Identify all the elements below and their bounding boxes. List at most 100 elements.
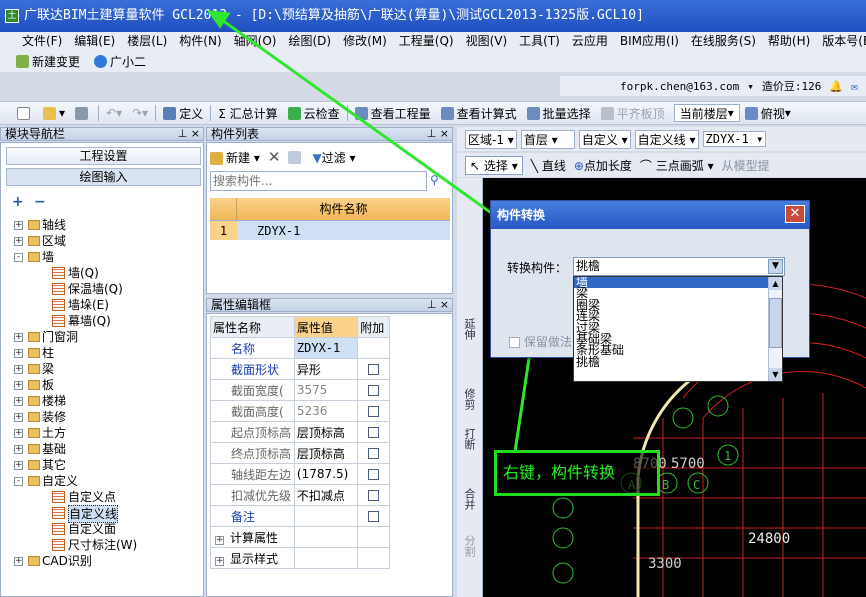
property-value[interactable]: (1787.5) [293, 463, 359, 485]
menu-item[interactable]: 文件(F) [16, 32, 68, 50]
menu-item[interactable]: 在线服务(S) [685, 32, 762, 50]
arc-button[interactable]: ⌒ 三点画弧 ▾ [640, 157, 714, 174]
tree-item[interactable]: + 装修 [12, 409, 200, 425]
chevron-down-icon[interactable]: ▼ [768, 259, 783, 274]
property-row[interactable]: 名称 ZDYX-1 [210, 337, 390, 359]
property-row[interactable]: 截面宽度(3575 [210, 379, 390, 401]
collapse-all-button[interactable]: − [34, 195, 48, 209]
pin-close-icon[interactable]: ⊥ × [427, 299, 449, 311]
draw-input-button[interactable]: 绘图输入 [6, 168, 201, 186]
cloud-check-button[interactable]: 云检查 [283, 105, 345, 122]
property-row[interactable]: 终点顶标高 层顶标高 [210, 442, 390, 464]
batch-select-button[interactable]: 批量选择 [522, 105, 596, 122]
region-select[interactable]: 区域-1 ▾ [465, 129, 517, 149]
convert-dropdown-list[interactable]: 墙梁圈梁 连梁 过梁 基础梁 条形基础 挑檐 [573, 276, 783, 382]
convert-select[interactable]: 挑檐 ▼ [573, 257, 785, 276]
tree-item[interactable]: 幕墙(Q) [12, 313, 200, 329]
view-qty-button[interactable]: 查看工程量 [350, 105, 436, 122]
property-value[interactable]: 不扣减点 [293, 484, 359, 506]
expand-icon[interactable]: + [14, 397, 23, 406]
message-icon[interactable]: ✉ [851, 80, 858, 93]
property-value[interactable]: ZDYX-1 [293, 337, 359, 359]
property-checkbox[interactable] [368, 511, 380, 522]
expand-icon[interactable]: + [14, 429, 23, 438]
dropdown-option[interactable]: 墙 [574, 277, 782, 289]
custom-select[interactable]: 自定义 ▾ [578, 129, 631, 149]
level-slab-button[interactable]: 平齐板顶 [596, 105, 670, 122]
menu-item[interactable]: 帮助(H) [762, 32, 816, 50]
copy-icon[interactable] [288, 150, 302, 164]
property-value[interactable]: 5236 [293, 400, 359, 422]
tree-item[interactable]: 自定义线 [12, 505, 200, 523]
tree-item[interactable]: + 楼梯 [12, 393, 200, 409]
menu-item[interactable]: 工程量(Q) [393, 32, 460, 50]
expand-icon[interactable]: + [215, 556, 224, 566]
notification-icon[interactable]: 🔔 [829, 80, 843, 93]
expand-icon[interactable]: + [14, 365, 23, 374]
new-change-button[interactable]: 新建变更 [16, 53, 80, 70]
menu-item[interactable]: 修改(M) [337, 32, 393, 50]
tree-item[interactable]: 尺寸标注(W) [12, 537, 200, 553]
edit-tool-button[interactable]: 修剪 [460, 388, 478, 413]
expand-icon[interactable]: + [14, 445, 23, 454]
tree-item[interactable]: + 基础 [12, 441, 200, 457]
tree-item[interactable]: 保温墙(Q) [12, 281, 200, 297]
view-formula-button[interactable]: 查看计算式 [436, 105, 522, 122]
tree-item[interactable]: + CAD识别 [12, 553, 200, 569]
tree-item[interactable]: + 其它 [12, 457, 200, 473]
tree-item[interactable]: -墙 [12, 249, 200, 265]
pin-close-icon[interactable]: ⊥ × [178, 128, 200, 140]
expand-icon[interactable]: + [14, 221, 23, 230]
property-row[interactable]: 截面高度(5236 [210, 400, 390, 422]
collapse-icon[interactable]: - [14, 477, 23, 486]
property-checkbox[interactable] [368, 364, 380, 375]
custom-line-select[interactable]: 自定义线 ▾ [634, 129, 699, 149]
tree-item[interactable]: + 梁 [12, 361, 200, 377]
tree-item[interactable]: + 板 [12, 377, 200, 393]
menu-item[interactable]: BIM应用(I) [614, 32, 685, 50]
project-settings-button[interactable]: 工程设置 [6, 147, 201, 165]
new-component-button[interactable]: 新建 ▾ [210, 149, 260, 166]
current-floor-select[interactable]: 当前楼层 ▾ [673, 104, 740, 122]
menu-item[interactable]: 工具(T) [513, 32, 566, 50]
component-search-input[interactable] [210, 171, 427, 191]
filter-button[interactable]: ▼过滤 ▾ [312, 149, 355, 166]
menu-item[interactable]: 构件(N) [173, 32, 227, 50]
expand-icon[interactable]: + [215, 535, 224, 545]
view-mode-select[interactable]: 俯视 ▾ [740, 105, 796, 122]
floor-select[interactable]: 首层 ▾ [520, 129, 575, 149]
dropdown-option[interactable]: 连梁 [574, 310, 782, 322]
redo-button[interactable]: ↷▾ [127, 106, 153, 120]
user-email[interactable]: forpk.chen@163.com [620, 80, 739, 93]
dropdown-option[interactable]: 条形基础 [574, 344, 782, 356]
property-row[interactable]: 备注 [210, 505, 390, 527]
property-checkbox[interactable] [368, 490, 380, 501]
property-value[interactable]: 层顶标高 [293, 421, 359, 443]
new-file-button[interactable] [12, 106, 38, 120]
retain-method-option[interactable]: 保留做法 [509, 333, 572, 350]
property-value[interactable] [293, 505, 359, 527]
retain-method-checkbox[interactable] [509, 337, 520, 348]
edit-tool-button[interactable]: 合并 [460, 488, 478, 513]
tree-item[interactable]: 自定义点 [12, 489, 200, 505]
define-button[interactable]: 定义 [158, 105, 208, 122]
property-group-row[interactable]: + 显示样式 [210, 547, 390, 569]
dropdown-option[interactable]: 圈梁 [574, 299, 782, 311]
tree-item[interactable]: - 自定义 [12, 473, 200, 489]
tree-item[interactable]: + 区域 [12, 233, 200, 249]
expand-icon[interactable]: + [14, 349, 23, 358]
tree-item[interactable]: 墙(Q) [12, 265, 200, 281]
tree-item[interactable]: + 土方 [12, 425, 200, 441]
dropdown-option[interactable]: 梁 [574, 287, 782, 299]
tree-item[interactable]: + 柱 [12, 345, 200, 361]
property-value[interactable]: 层顶标高 [293, 442, 359, 464]
scroll-down-icon[interactable]: ▼ [769, 368, 782, 381]
select-button[interactable]: ↖ 选择 ▾ [465, 155, 523, 175]
expand-icon[interactable]: + [14, 381, 23, 390]
point-length-button[interactable]: ⊕点加长度 [574, 157, 632, 174]
table-row[interactable]: 1 ZDYX-1 [210, 220, 450, 240]
property-checkbox[interactable] [368, 406, 380, 417]
property-row[interactable]: 轴线距左边 (1787.5) [210, 463, 390, 485]
property-row[interactable]: 扣减优先级 不扣减点 [210, 484, 390, 506]
scroll-thumb[interactable] [769, 298, 782, 348]
